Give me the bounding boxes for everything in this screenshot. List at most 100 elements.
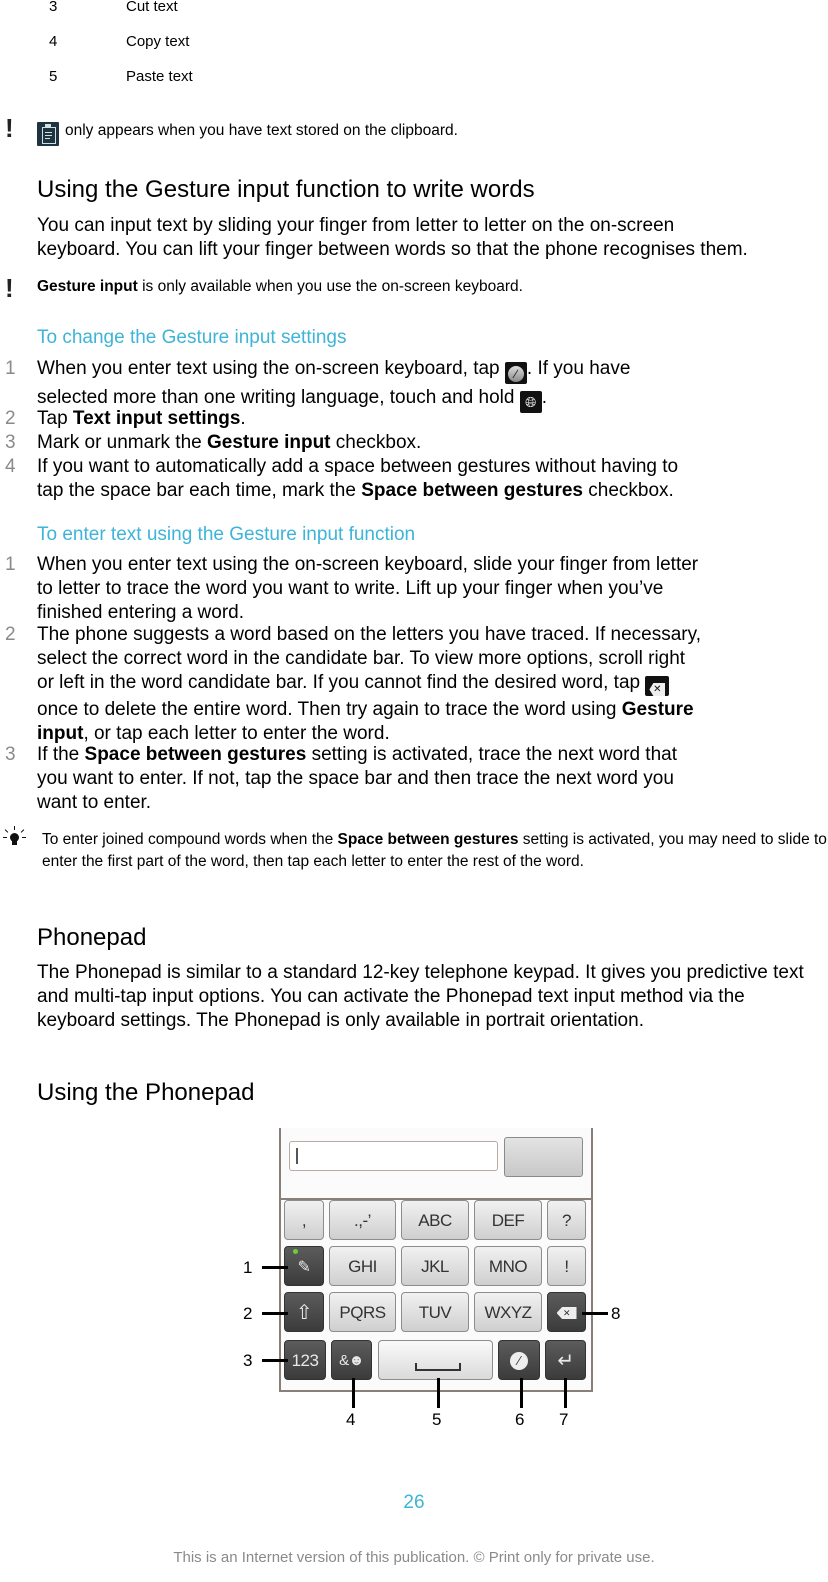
step-bold: Gesture (621, 699, 694, 720)
step-text: to letter to trace the word you want to … (37, 578, 664, 599)
row-text: Paste text (126, 68, 193, 85)
key-backspace[interactable]: ✕ (547, 1292, 586, 1332)
step-text: . (541, 387, 547, 408)
step-text: selected more than one writing language,… (37, 387, 520, 408)
tip-text: To enter joined compound words when the … (42, 829, 827, 873)
step-text: finished entering a word. (37, 602, 245, 623)
intro-line-1: You can input text by sliding your finge… (37, 215, 675, 236)
step-text: When you enter text using the on-screen … (37, 358, 505, 379)
callout-line (564, 1378, 567, 1408)
step-text: setting is activated, trace the next wor… (306, 744, 677, 765)
gesture-note: Gesture input is only available when you… (37, 278, 523, 296)
callout-line (520, 1378, 523, 1408)
tip-bold: Space between gestures (337, 831, 519, 848)
step-text: If you want to automatically add a space… (37, 456, 679, 477)
step-text: checkbox. (330, 432, 422, 453)
key-writing-mode[interactable]: ✎ (284, 1246, 324, 1286)
clipboard-note: only appears when you have text stored o… (65, 122, 458, 139)
step-number: 2 (5, 624, 16, 645)
callout-number: 1 (243, 1258, 253, 1277)
callout-number: 4 (346, 1410, 356, 1429)
space-icon (415, 1363, 461, 1371)
step-number: 1 (5, 358, 16, 379)
step-number: 1 (5, 554, 16, 575)
step-bold: Gesture input (207, 432, 331, 453)
intro-line-2: keyboard. You can lift your finger betwe… (37, 239, 748, 260)
key-jkl[interactable]: JKL (401, 1246, 469, 1286)
step-bold: Space between gestures (361, 480, 583, 501)
callout-number: 6 (515, 1410, 525, 1429)
text-cursor (296, 1148, 298, 1164)
step-number: 3 (5, 744, 16, 765)
step-number: 4 (5, 456, 16, 477)
exclamation-icon: ! (5, 273, 14, 303)
lightbulb-icon (3, 826, 27, 848)
text-input-field[interactable] (289, 1141, 498, 1171)
key-comma[interactable]: , (284, 1200, 324, 1240)
backspace-icon: ✕ (556, 1307, 577, 1319)
key-settings[interactable]: ∕ (498, 1340, 540, 1380)
note-rest: is only available when you use the on-sc… (137, 278, 523, 295)
step-bold: Space between gestures (84, 744, 307, 765)
callout-line (262, 1359, 288, 1362)
subheading-enter-text: To enter text using the Gesture input fu… (37, 524, 416, 545)
backspace-icon: ✕ (645, 676, 670, 696)
key-abc[interactable]: ABC (401, 1200, 469, 1240)
step-text: Tap (37, 408, 73, 429)
row-text: Copy text (126, 33, 190, 50)
key-symbols-smileys[interactable]: &☻ (331, 1340, 372, 1380)
step-text: The phone suggests a word based on the l… (37, 624, 701, 645)
key-ghi[interactable]: GHI (329, 1246, 396, 1286)
pen-icon: ✎ (297, 1259, 311, 1276)
key-shift[interactable]: ⇧ (284, 1292, 324, 1332)
callout-line (582, 1312, 608, 1315)
tip-part: To enter joined compound words when the (42, 831, 338, 848)
key-tuv[interactable]: TUV (401, 1292, 469, 1332)
step-text: , or tap each letter to enter the word. (83, 723, 390, 744)
key-question[interactable]: ? (547, 1200, 586, 1240)
callout-line (262, 1312, 288, 1315)
step-text: or left in the word candidate bar. If yo… (37, 672, 646, 693)
key-def[interactable]: DEF (474, 1200, 542, 1240)
callout-line (437, 1378, 440, 1408)
step-text: tap the space bar each time, mark the (37, 480, 362, 501)
key-space[interactable] (378, 1340, 493, 1380)
callout-line (262, 1266, 288, 1269)
step-text: Mark or unmark the (37, 432, 207, 453)
key-pqrs[interactable]: PQRS (329, 1292, 396, 1332)
shift-icon: ⇧ (295, 1302, 313, 1324)
step-number: 2 (5, 408, 16, 429)
key-mno[interactable]: MNO (474, 1246, 542, 1286)
key-numbers[interactable]: 123 (284, 1340, 326, 1380)
step-text: . If you have (526, 358, 631, 379)
callout-number: 7 (559, 1410, 569, 1429)
status-dot (293, 1249, 298, 1254)
page-number: 26 (403, 1492, 425, 1513)
subheading-change-settings: To change the Gesture input settings (37, 327, 347, 348)
wrench-icon: ∕ (510, 1352, 528, 1370)
key-enter[interactable]: ↵ (545, 1340, 586, 1380)
callout-number: 2 (243, 1304, 253, 1323)
key-wxyz[interactable]: WXYZ (474, 1292, 542, 1332)
step-text: checkbox. (583, 480, 674, 501)
step-text: select the correct word in the candidate… (37, 648, 686, 669)
callout-number: 3 (243, 1351, 253, 1370)
wrench-icon: ∕ (504, 362, 527, 384)
step-text: you want to enter. If not, tap the space… (37, 768, 674, 789)
section-heading-using-phonepad: Using the Phonepad (37, 1079, 255, 1106)
input-side-button[interactable] (504, 1137, 583, 1177)
step-text: When you enter text using the on-screen … (37, 554, 699, 575)
step-text: If the (37, 744, 85, 765)
step-bold: Text input settings (72, 408, 241, 429)
step-bold: input (37, 723, 84, 744)
callout-line (352, 1378, 355, 1408)
key-punctuation[interactable]: .,-’ (329, 1200, 396, 1240)
clipboard-icon (37, 122, 59, 146)
callout-number: 5 (432, 1410, 442, 1429)
step-number: 3 (5, 432, 16, 453)
row-text: Cut text (126, 0, 178, 15)
step-text: . (240, 408, 246, 429)
exclamation-icon: ! (5, 113, 14, 143)
row-number: 4 (49, 33, 58, 50)
key-exclamation[interactable]: ! (547, 1246, 586, 1286)
